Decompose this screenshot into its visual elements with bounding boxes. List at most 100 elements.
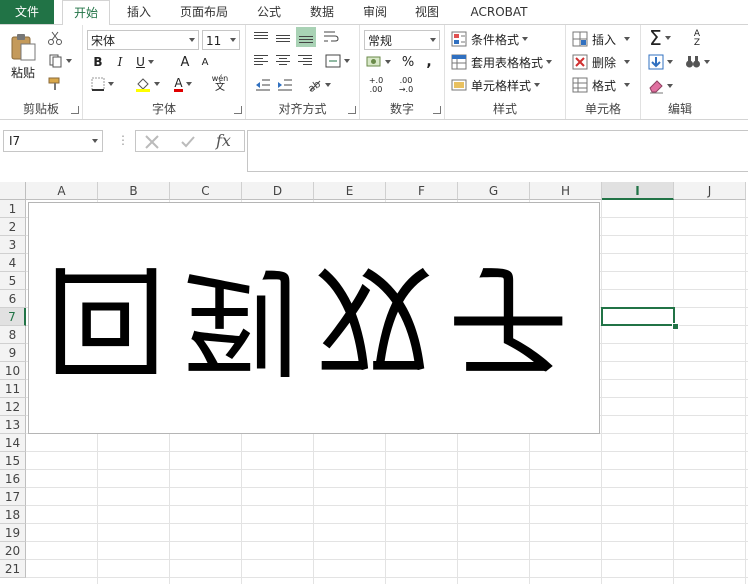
align-right-icon[interactable] — [298, 53, 312, 69]
column-header-f[interactable]: F — [386, 182, 458, 200]
row-header-13[interactable]: 13 — [0, 416, 26, 434]
fill-handle[interactable] — [672, 323, 679, 330]
row-header-3[interactable]: 3 — [0, 236, 26, 254]
row-header-18[interactable]: 18 — [0, 506, 26, 524]
sort-filter-button[interactable]: AZ — [681, 29, 713, 49]
row-header-5[interactable]: 5 — [0, 272, 26, 290]
font-name-select[interactable]: 宋体 — [87, 30, 199, 50]
formula-bar-splitter[interactable]: ⋮ — [117, 133, 129, 149]
orientation-button[interactable]: ab — [304, 77, 332, 93]
row-header-2[interactable]: 2 — [0, 218, 26, 236]
font-launcher-icon[interactable] — [234, 106, 242, 114]
align-left-icon[interactable] — [254, 53, 268, 69]
row-header-4[interactable]: 4 — [0, 254, 26, 272]
row-header-9[interactable]: 9 — [0, 344, 26, 362]
clear-button[interactable] — [645, 77, 675, 95]
inserted-picture[interactable]: 回到双子 — [28, 202, 600, 434]
column-header-h[interactable]: H — [530, 182, 602, 200]
percent-button[interactable]: % — [400, 53, 416, 71]
decrease-decimal-button[interactable]: .00 →.0 — [394, 75, 418, 95]
tab-data[interactable]: 数据 — [300, 0, 344, 24]
column-header-d[interactable]: D — [242, 182, 314, 200]
format-as-table-button[interactable]: 套用表格格式 — [451, 52, 563, 72]
tab-acrobat[interactable]: ACROBAT — [462, 0, 536, 24]
italic-button[interactable]: I — [111, 53, 129, 71]
tab-insert[interactable]: 插入 — [117, 0, 161, 24]
bold-button[interactable]: B — [89, 53, 107, 71]
underline-button[interactable]: U — [133, 53, 157, 71]
tab-view[interactable]: 视图 — [405, 0, 449, 24]
increase-indent-icon[interactable] — [276, 77, 294, 93]
copy-icon[interactable] — [46, 52, 74, 70]
shrink-font-button[interactable]: A — [197, 53, 213, 71]
row-header-6[interactable]: 6 — [0, 290, 26, 308]
column-header-b[interactable]: B — [98, 182, 170, 200]
column-header-j[interactable]: J — [674, 182, 746, 200]
row-header-14[interactable]: 14 — [0, 434, 26, 452]
autosum-button[interactable]: Σ — [645, 26, 675, 50]
cancel-icon[interactable] — [144, 134, 160, 150]
grow-font-button[interactable]: A — [177, 53, 193, 71]
row-header-8[interactable]: 8 — [0, 326, 26, 344]
row-header-19[interactable]: 19 — [0, 524, 26, 542]
column-header-g[interactable]: G — [458, 182, 530, 200]
format-cells-button[interactable]: 格式 — [572, 75, 636, 95]
cell-styles-button[interactable]: 单元格样式 — [451, 75, 561, 95]
active-cell-i7[interactable] — [601, 307, 675, 326]
row-header-12[interactable]: 12 — [0, 398, 26, 416]
worksheet-grid[interactable]: ABCDEFGHIJ 1 2 3 4 5 6 7 8 9 10 11 12 13 14 15 16 17 18 19… — [0, 182, 748, 584]
align-center-icon[interactable] — [276, 53, 290, 69]
border-button[interactable] — [89, 75, 115, 93]
column-header-a[interactable]: A — [26, 182, 98, 200]
conditional-formatting-button[interactable]: 条件格式 — [451, 29, 561, 49]
paste-button[interactable]: 粘贴 — [6, 31, 40, 81]
row-header-7[interactable]: 7 — [0, 308, 26, 326]
tab-home[interactable]: 开始 — [62, 0, 110, 26]
tab-formulas[interactable]: 公式 — [248, 0, 290, 24]
accounting-format-button[interactable] — [364, 53, 392, 71]
row-header-15[interactable]: 15 — [0, 452, 26, 470]
tab-review[interactable]: 审阅 — [354, 0, 396, 24]
formula-input[interactable] — [247, 130, 748, 172]
number-format-select[interactable]: 常规 — [364, 30, 440, 50]
merge-icon — [325, 54, 340, 68]
increase-decimal-button[interactable]: +.0.00 — [364, 75, 388, 95]
delete-cells-button[interactable]: 删除 — [572, 52, 636, 72]
row-header-17[interactable]: 17 — [0, 488, 26, 506]
align-middle-icon[interactable] — [276, 29, 290, 45]
format-painter-icon[interactable] — [46, 75, 64, 93]
find-select-button[interactable] — [681, 53, 713, 71]
phonetic-button[interactable]: wén 文 — [209, 71, 231, 95]
column-header-e[interactable]: E — [314, 182, 386, 200]
tab-page-layout[interactable]: 页面布局 — [170, 0, 238, 24]
insert-cells-button[interactable]: 插入 — [572, 29, 636, 49]
tab-file[interactable]: 文件 — [0, 0, 54, 24]
enter-check-icon[interactable] — [180, 134, 196, 150]
row-header-1[interactable]: 1 — [0, 200, 26, 218]
align-bottom-icon[interactable] — [296, 27, 316, 47]
alignment-launcher-icon[interactable] — [348, 106, 356, 114]
number-launcher-icon[interactable] — [433, 106, 441, 114]
fill-button[interactable] — [645, 53, 675, 71]
decrease-indent-icon[interactable] — [254, 77, 272, 93]
row-header-16[interactable]: 16 — [0, 470, 26, 488]
merge-center-button[interactable] — [322, 53, 352, 69]
comma-button[interactable]: , — [422, 53, 436, 71]
row-header-10[interactable]: 10 — [0, 362, 26, 380]
name-box[interactable]: I7 — [3, 130, 103, 152]
insert-function-button[interactable]: fx — [216, 131, 231, 150]
align-top-icon[interactable] — [254, 29, 268, 45]
column-header-c[interactable]: C — [170, 182, 242, 200]
font-color-button[interactable]: A — [169, 75, 197, 93]
row-header-20[interactable]: 20 — [0, 542, 26, 560]
wrap-text-icon[interactable] — [322, 29, 340, 45]
select-all-corner[interactable] — [0, 182, 26, 200]
font-size-select[interactable]: 11 — [202, 30, 240, 50]
clipboard-launcher-icon[interactable] — [71, 106, 79, 114]
cut-icon[interactable] — [46, 29, 64, 47]
row-header-11[interactable]: 11 — [0, 380, 26, 398]
fill-color-button[interactable] — [133, 75, 161, 93]
column-header-i[interactable]: I — [602, 182, 674, 200]
inc-decimal-top: +.0 — [368, 76, 384, 85]
row-header-21[interactable]: 21 — [0, 560, 26, 578]
